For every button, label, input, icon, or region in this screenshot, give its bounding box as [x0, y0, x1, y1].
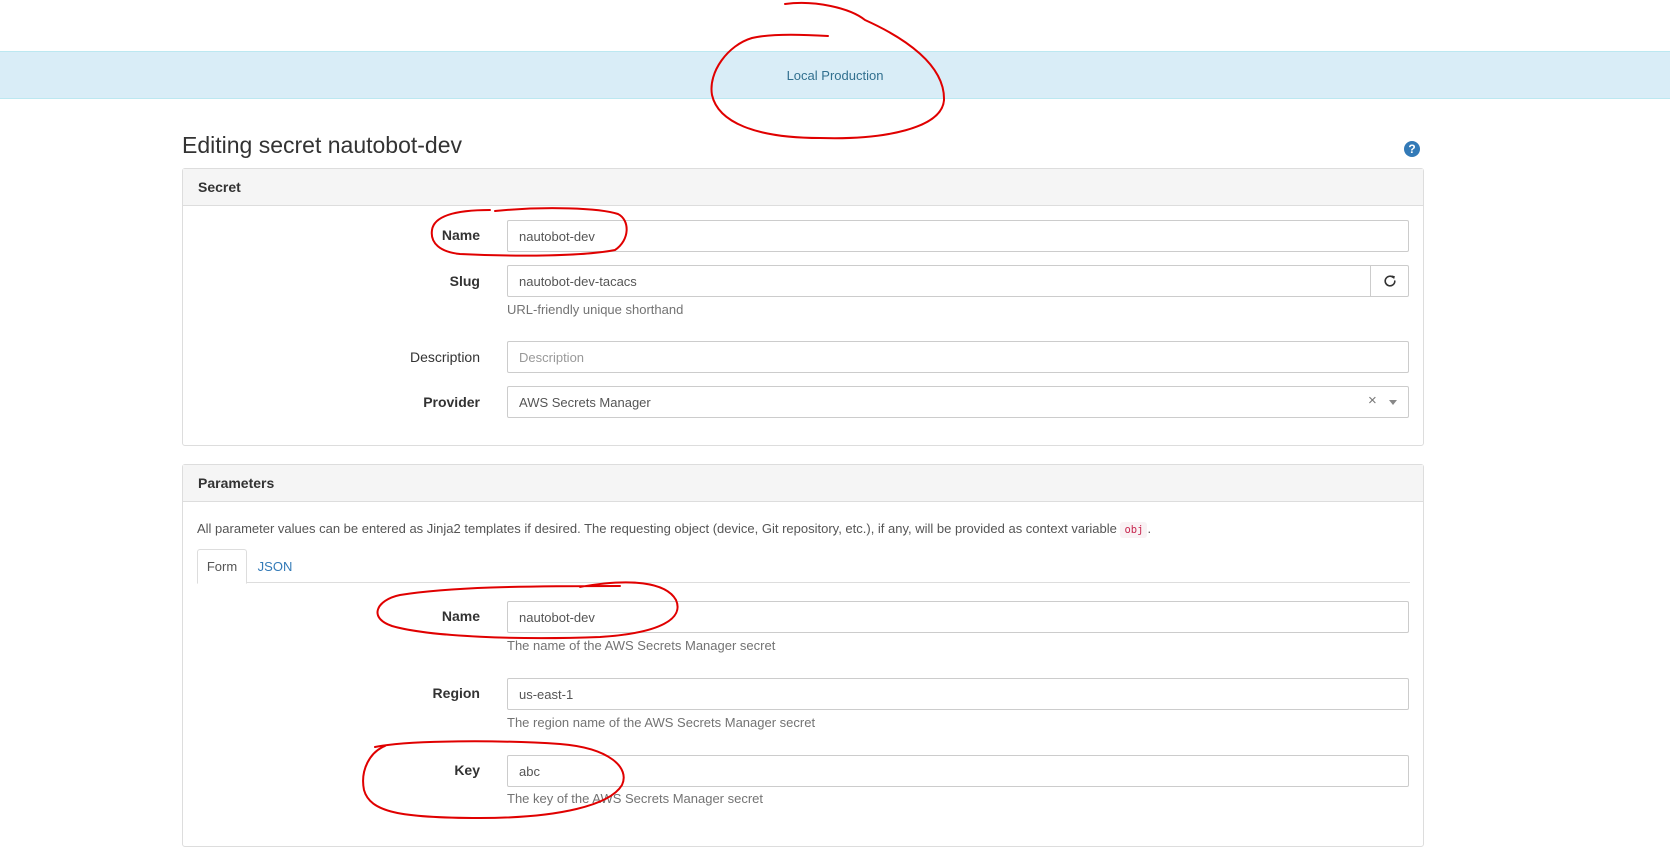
- tab-json[interactable]: JSON: [250, 549, 300, 583]
- slug-help-text: URL-friendly unique shorthand: [507, 302, 684, 317]
- param-name-input[interactable]: nautobot-dev: [507, 601, 1409, 633]
- provider-select[interactable]: AWS Secrets Manager: [507, 386, 1409, 418]
- page-title: Editing secret nautobot-dev: [182, 132, 463, 158]
- param-key-input[interactable]: abc: [507, 755, 1409, 787]
- regenerate-slug-button[interactable]: [1370, 265, 1409, 297]
- param-region-input[interactable]: us-east-1: [507, 678, 1409, 710]
- refresh-icon: [1383, 275, 1396, 287]
- secret-slug-input[interactable]: nautobot-dev-tacacs: [507, 265, 1371, 297]
- secret-slug-label: Slug: [449, 273, 480, 289]
- app-root: Local Production Editing secret nautobot…: [0, 0, 1670, 850]
- question-circle-icon[interactable]: ?: [1404, 141, 1420, 157]
- parameters-intro-end: .: [1147, 521, 1152, 536]
- banner-text: Local Production: [786, 67, 884, 83]
- secret-description-input[interactable]: Description: [507, 341, 1409, 373]
- secret-name-label: Name: [441, 227, 480, 243]
- param-region-label: Region: [432, 685, 480, 701]
- param-key-label: Key: [454, 762, 480, 778]
- param-region-help: The region name of the AWS Secrets Manag…: [507, 715, 816, 730]
- secret-name-input[interactable]: nautobot-dev: [507, 220, 1409, 252]
- secret-description-label: Description: [409, 349, 480, 365]
- parameters-panel-heading: Parameters: [183, 465, 1423, 502]
- param-name-label: Name: [441, 608, 480, 624]
- parameters-intro: All parameter values can be entered as J…: [197, 521, 1152, 538]
- provider-selected-value: AWS Secrets Manager: [519, 394, 651, 410]
- context-variable-code: obj: [1120, 522, 1148, 538]
- close-icon[interactable]: ×: [1368, 392, 1377, 409]
- tabs-divider: [197, 582, 1410, 583]
- param-key-help: The key of the AWS Secrets Manager secre…: [507, 791, 764, 806]
- secret-panel-heading: Secret: [183, 169, 1423, 206]
- tab-form[interactable]: Form: [197, 549, 247, 584]
- parameters-intro-text: All parameter values can be entered as J…: [197, 521, 1117, 536]
- chevron-down-icon[interactable]: [1389, 400, 1397, 405]
- secret-provider-label: Provider: [423, 394, 480, 410]
- param-name-help: The name of the AWS Secrets Manager secr…: [507, 638, 776, 653]
- environment-banner: Local Production: [0, 51, 1670, 99]
